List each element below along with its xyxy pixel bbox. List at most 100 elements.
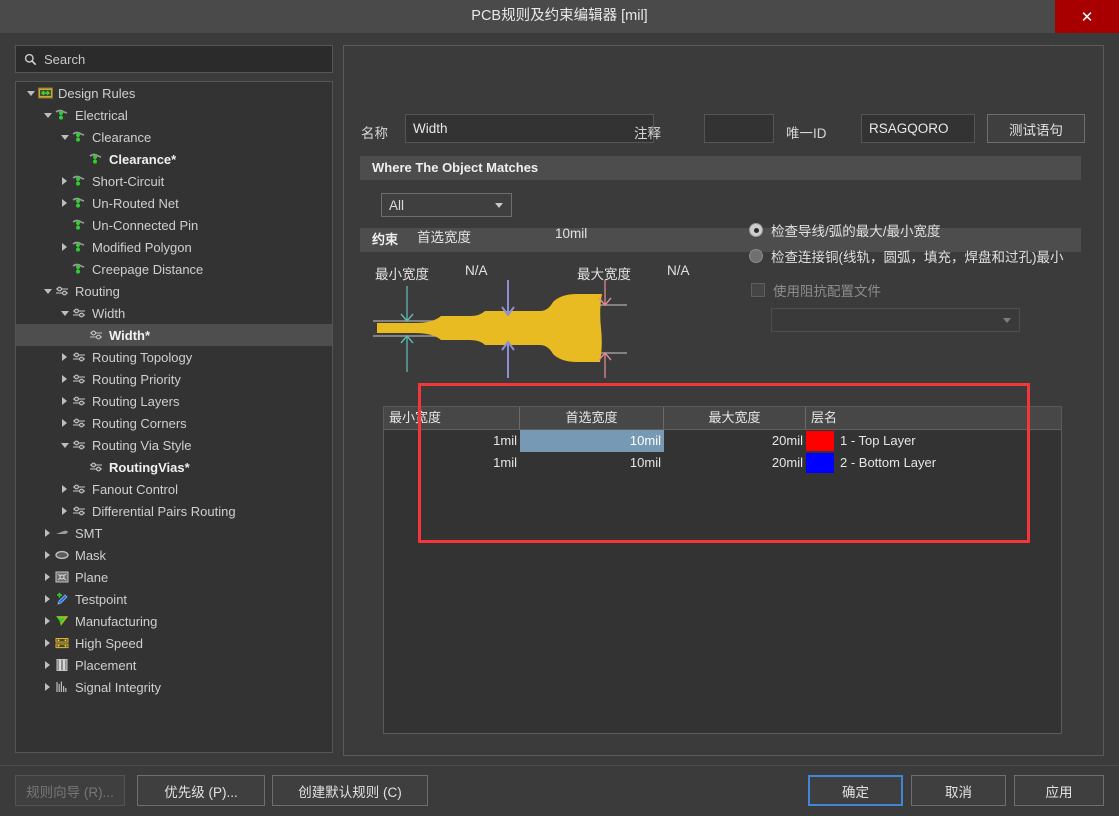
- tree-item-routing-via-style[interactable]: Routing Via Style: [16, 434, 332, 456]
- twisty-closed-icon[interactable]: [58, 500, 71, 522]
- tree-item-un-routed-net[interactable]: Un-Routed Net: [16, 192, 332, 214]
- twisty-closed-icon[interactable]: [41, 566, 54, 588]
- tree-item-label: Short-Circuit: [92, 174, 164, 189]
- twisty-closed-icon[interactable]: [58, 170, 71, 192]
- tree-item-width[interactable]: Width: [16, 302, 332, 324]
- tree-item-un-connected-pin[interactable]: Un-Connected Pin: [16, 214, 332, 236]
- tree-item-short-circuit[interactable]: Short-Circuit: [16, 170, 332, 192]
- twisty-open-icon[interactable]: [58, 126, 71, 148]
- tree-item-design-rules[interactable]: Design Rules: [16, 82, 332, 104]
- cancel-button[interactable]: 取消: [911, 775, 1006, 806]
- apply-button[interactable]: 应用: [1014, 775, 1104, 806]
- priority-button[interactable]: 优先级 (P)...: [137, 775, 265, 806]
- tree-item-high-speed[interactable]: High Speed: [16, 632, 332, 654]
- tree-item-signal-integrity[interactable]: Signal Integrity: [16, 676, 332, 698]
- close-icon[interactable]: ✕: [1055, 0, 1119, 33]
- impedance-profile-select[interactable]: [771, 308, 1020, 332]
- preferred-width-value[interactable]: 10mil: [555, 226, 587, 241]
- twisty-open-icon[interactable]: [41, 104, 54, 126]
- table-cell-preferred[interactable]: 10mil: [520, 452, 664, 474]
- tree-item-plane[interactable]: Plane: [16, 566, 332, 588]
- radio-track-label: 检查导线/弧的最大/最小宽度: [771, 220, 941, 240]
- comment-field[interactable]: [704, 114, 774, 143]
- twisty-closed-icon[interactable]: [58, 346, 71, 368]
- table-cell-layer[interactable]: 1 - Top Layer: [834, 430, 1034, 452]
- radio-check-connected-copper[interactable]: 检查连接铜(线轨，圆弧，填充，焊盘和过孔)最小: [749, 246, 1064, 266]
- table-cell-layer[interactable]: 2 - Bottom Layer: [834, 452, 1034, 474]
- create-default-rules-button[interactable]: 创建默认规则 (C): [272, 775, 428, 806]
- tree-item-creepage-distance[interactable]: Creepage Distance: [16, 258, 332, 280]
- table-column-header[interactable]: 最大宽度: [664, 407, 806, 429]
- table-cell-min[interactable]: 1mil: [384, 452, 520, 474]
- tree-item-routing-corners[interactable]: Routing Corners: [16, 412, 332, 434]
- twisty-closed-icon[interactable]: [58, 412, 71, 434]
- tree-item-label: Clearance: [92, 130, 151, 145]
- tree-item-fanout-control[interactable]: Fanout Control: [16, 478, 332, 500]
- electrical-icon: [71, 195, 88, 211]
- tree-item-clearance[interactable]: Clearance: [16, 126, 332, 148]
- table-body[interactable]: 1mil10mil20mil1 - Top Layer1mil10mil20mi…: [384, 430, 1061, 474]
- tree-item-routingvias[interactable]: RoutingVias*: [16, 456, 332, 478]
- test-statement-button[interactable]: 测试语句: [987, 114, 1085, 143]
- twisty-closed-icon[interactable]: [41, 544, 54, 566]
- twisty-open-icon[interactable]: [58, 434, 71, 456]
- table-column-header[interactable]: 最小宽度: [384, 407, 520, 429]
- tree-item-clearance[interactable]: Clearance*: [16, 148, 332, 170]
- twisty-open-icon[interactable]: [41, 280, 54, 302]
- scope-select[interactable]: All: [381, 193, 512, 217]
- twisty-closed-icon[interactable]: [41, 654, 54, 676]
- twisty-closed-icon[interactable]: [41, 588, 54, 610]
- table-cell-preferred[interactable]: 10mil: [520, 430, 664, 452]
- twisty-closed-icon[interactable]: [41, 522, 54, 544]
- routing-icon: [54, 283, 71, 299]
- routing-icon: [88, 327, 105, 343]
- table-row[interactable]: 1mil10mil20mil 1 - Top Layer: [384, 430, 1061, 452]
- tree-item-modified-polygon[interactable]: Modified Polygon: [16, 236, 332, 258]
- tree-item-routing-priority[interactable]: Routing Priority: [16, 368, 332, 390]
- tree-item-electrical[interactable]: Electrical: [16, 104, 332, 126]
- radio-check-track-width[interactable]: 检查导线/弧的最大/最小宽度: [749, 220, 941, 240]
- table-column-header[interactable]: 层名: [806, 407, 1034, 429]
- search-input[interactable]: Search: [15, 45, 333, 73]
- twisty-closed-icon[interactable]: [58, 368, 71, 390]
- tree-item-placement[interactable]: Placement: [16, 654, 332, 676]
- twisty-closed-icon[interactable]: [58, 236, 71, 258]
- twisty-spacer: [75, 324, 88, 346]
- table-cell-max[interactable]: 20mil: [664, 430, 806, 452]
- min-width-value[interactable]: N/A: [465, 263, 488, 278]
- rule-wizard-button[interactable]: 规则向导 (R)...: [15, 775, 125, 806]
- twisty-closed-icon[interactable]: [58, 390, 71, 412]
- tree-item-smt[interactable]: SMT: [16, 522, 332, 544]
- chevron-down-icon: [495, 203, 503, 208]
- tree-item-width[interactable]: Width*: [16, 324, 332, 346]
- plane-icon: [54, 569, 71, 585]
- twisty-closed-icon[interactable]: [41, 676, 54, 698]
- tree-item-routing[interactable]: Routing: [16, 280, 332, 302]
- max-width-value[interactable]: N/A: [667, 263, 690, 278]
- tree-item-manufacturing[interactable]: Manufacturing: [16, 610, 332, 632]
- tree-item-routing-topology[interactable]: Routing Topology: [16, 346, 332, 368]
- tree-item-mask[interactable]: Mask: [16, 544, 332, 566]
- table-cell-max[interactable]: 20mil: [664, 452, 806, 474]
- design-rules-tree[interactable]: Design RulesElectrical Clearance Clearance…: [15, 81, 333, 753]
- twisty-spacer: [75, 456, 88, 478]
- impedance-profile-checkbox[interactable]: 使用阻抗配置文件: [751, 280, 881, 300]
- name-field[interactable]: Width: [405, 114, 654, 143]
- tree-item-differential-pairs-routing[interactable]: Differential Pairs Routing: [16, 500, 332, 522]
- twisty-closed-icon[interactable]: [58, 478, 71, 500]
- tree-item-testpoint[interactable]: Testpoint: [16, 588, 332, 610]
- twisty-closed-icon[interactable]: [41, 632, 54, 654]
- unique-id-field[interactable]: RSAGQORO: [861, 114, 975, 143]
- table-row[interactable]: 1mil10mil20mil 2 - Bottom Layer: [384, 452, 1061, 474]
- tree-item-routing-layers[interactable]: Routing Layers: [16, 390, 332, 412]
- ok-button[interactable]: 确定: [808, 775, 903, 806]
- twisty-open-icon[interactable]: [24, 82, 37, 104]
- width-constraints-table[interactable]: 最小宽度首选宽度最大宽度层名 1mil10mil20mil 1 - Top Lay…: [383, 406, 1062, 734]
- routing-icon: [71, 371, 88, 387]
- twisty-open-icon[interactable]: [58, 302, 71, 324]
- table-column-header[interactable]: 首选宽度: [520, 407, 664, 429]
- mask-icon: [54, 547, 71, 563]
- twisty-closed-icon[interactable]: [41, 610, 54, 632]
- table-cell-min[interactable]: 1mil: [384, 430, 520, 452]
- twisty-closed-icon[interactable]: [58, 192, 71, 214]
